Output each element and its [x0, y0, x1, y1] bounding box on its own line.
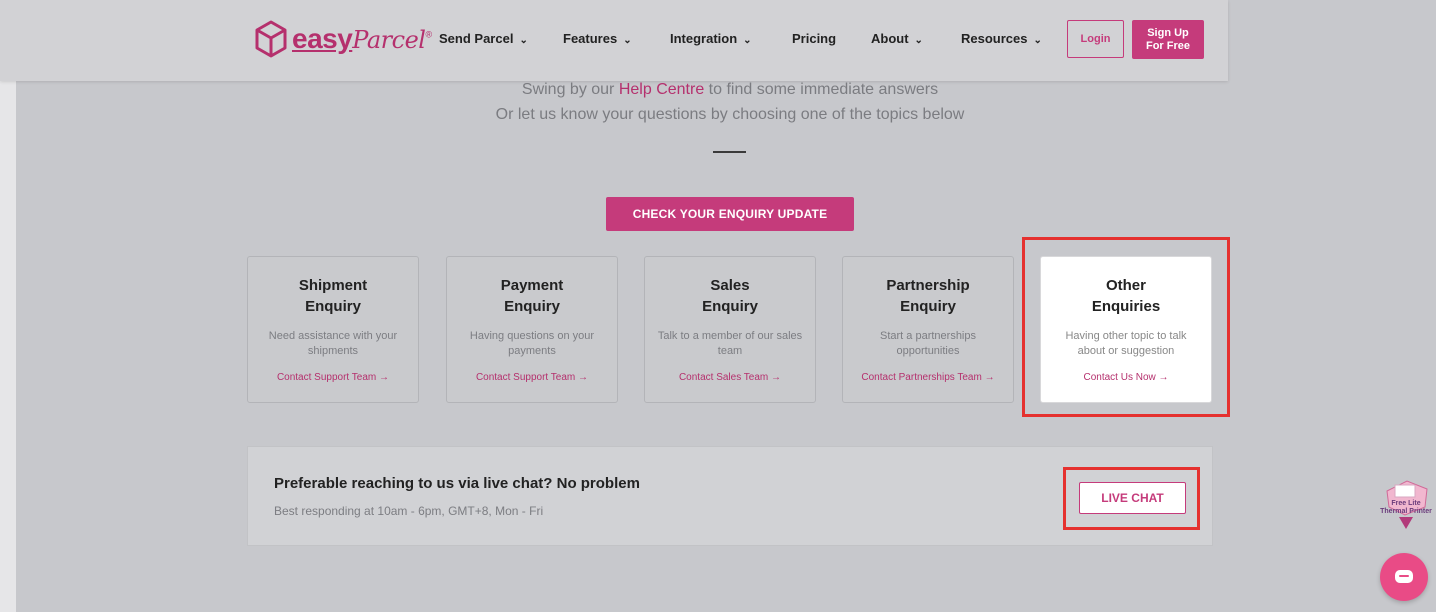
promo-line1: Free Lite: [1391, 500, 1421, 507]
nav-label: Features: [563, 31, 618, 46]
section-divider: [713, 151, 746, 153]
card-title-line: Partnership: [886, 277, 970, 294]
nav-label: Pricing: [792, 31, 837, 46]
page-right-area: [1228, 0, 1436, 415]
signup-line2: For Free: [1145, 39, 1190, 52]
chevron-down-icon: ⌄: [1033, 35, 1042, 46]
nav-label: About: [871, 31, 909, 46]
logo-word: easy: [292, 23, 353, 54]
chevron-down-icon: ⌄: [743, 35, 752, 46]
card-title: Shipment Enquiry: [248, 275, 418, 317]
card-shipment-enquiry[interactable]: Shipment Enquiry Need assistance with you…: [247, 256, 419, 403]
nav-label: Send Parcel: [439, 31, 514, 46]
help-centre-link[interactable]: Help Centre: [619, 81, 704, 98]
nav-resources[interactable]: Resources ⌄: [961, 31, 1042, 46]
intro-text: to find some immediate answers: [708, 81, 939, 98]
card-description: Having questions on your payments: [469, 330, 595, 357]
live-chat-title: Preferable reaching to us via live chat?…: [274, 475, 640, 492]
check-enquiry-update-button[interactable]: CHECK YOUR ENQUIRY UPDATE: [606, 197, 854, 231]
card-title-line: Enquiry: [900, 298, 956, 315]
live-chat-hours: Best responding at 10am - 6pm, GMT+8, Mo…: [274, 504, 544, 518]
card-description: Need assistance with your shipments: [268, 330, 398, 357]
logo-script: Parcel: [352, 26, 426, 54]
chevron-down-icon: ⌄: [519, 35, 528, 46]
chevron-down-icon: ⌄: [623, 35, 632, 46]
nav-pricing[interactable]: Pricing: [792, 31, 836, 46]
logo-text: easyParcel®: [292, 23, 432, 55]
card-payment-enquiry[interactable]: Payment Enquiry Having questions on your …: [446, 256, 618, 403]
card-title-line: Shipment: [298, 277, 368, 294]
site-header: easyParcel® Send Parcel ⌄ Features ⌄ Integ…: [0, 0, 1228, 81]
nav-label: Resources: [961, 31, 1028, 46]
highlight-box-live-chat: [1063, 467, 1200, 530]
logo-registered-mark: ®: [425, 29, 432, 40]
promo-label: Free Lite Thermal Printer: [1377, 500, 1435, 516]
login-button[interactable]: Login: [1067, 20, 1124, 58]
card-title: Partnership Enquiry: [843, 275, 1013, 317]
nav-features[interactable]: Features ⌄: [563, 31, 632, 46]
nav-integration[interactable]: Integration ⌄: [670, 31, 752, 46]
chevron-down-icon: ⌄: [914, 35, 923, 46]
card-title-line: Enquiry: [504, 298, 560, 315]
contact-support-link[interactable]: Contact Support Team →: [447, 372, 617, 383]
signup-button[interactable]: Sign Up For Free: [1132, 20, 1204, 59]
card-title: Payment Enquiry: [447, 275, 617, 317]
parcel-box-icon: [255, 20, 287, 58]
intro-line-2: Or let us know your questions by choosin…: [495, 106, 965, 123]
contact-sales-link[interactable]: Contact Sales Team →: [645, 372, 815, 383]
intro-text: Swing by our: [521, 81, 615, 98]
nav-label: Integration: [670, 31, 738, 46]
card-title-line: Enquiry: [305, 298, 361, 315]
card-description: Start a partnerships opportunities: [880, 330, 976, 357]
card-title: Sales Enquiry: [645, 275, 815, 317]
highlight-box-other-enquiries: [1022, 237, 1230, 417]
nav-about[interactable]: About ⌄: [871, 31, 923, 46]
chat-widget-button[interactable]: [1380, 553, 1428, 601]
card-sales-enquiry[interactable]: Sales Enquiry Talk to a member of our sal…: [644, 256, 816, 403]
logo[interactable]: easyParcel®: [254, 20, 432, 58]
card-partnership-enquiry[interactable]: Partnership Enquiry Start a partnerships …: [842, 256, 1014, 403]
card-title-line: Enquiry: [702, 298, 758, 315]
intro-line-1: Swing by our Help Centre to find some im…: [0, 81, 1436, 99]
contact-support-link[interactable]: Contact Support Team →: [248, 372, 418, 383]
contact-partnerships-link[interactable]: Contact Partnerships Team →: [843, 372, 1013, 383]
nav-send-parcel[interactable]: Send Parcel ⌄: [439, 31, 528, 46]
signup-line1: Sign Up: [1147, 26, 1189, 39]
chat-icon: [1395, 570, 1413, 583]
card-title-line: Sales: [710, 277, 750, 294]
card-title-line: Payment: [500, 277, 564, 294]
promo-line2: Thermal Printer: [1380, 508, 1432, 515]
card-description: Talk to a member of our sales team: [657, 330, 803, 357]
